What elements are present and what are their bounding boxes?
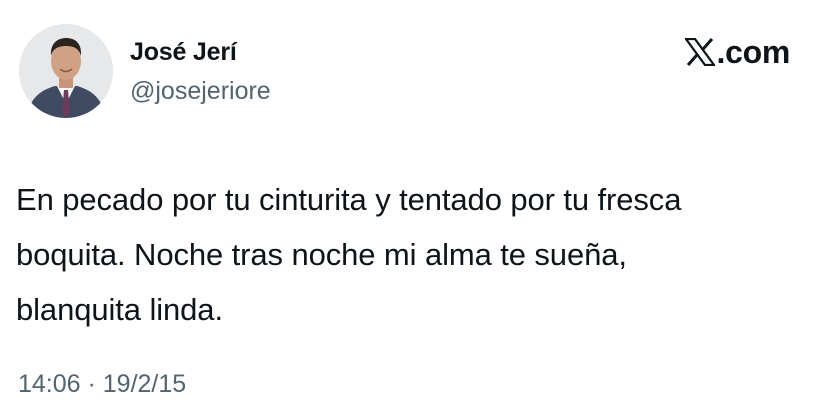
tweet-text-line: boquita. Noche tras noche mi alma te sue… <box>16 237 627 272</box>
author-handle[interactable]: @josejeriore <box>130 77 271 106</box>
avatar-image <box>19 24 113 118</box>
tweet-timestamp[interactable]: 14:06 · 19/2/15 <box>18 370 186 399</box>
brand-logo: .com <box>684 33 791 70</box>
author-name[interactable]: José Jerí <box>130 38 237 67</box>
tweet-text-line: En pecado por tu cinturita y tentado por… <box>16 182 682 217</box>
brand-text: .com <box>716 33 791 70</box>
avatar[interactable] <box>19 24 113 118</box>
x-logo-icon <box>684 38 715 66</box>
tweet-card: José Jerí @josejeriore .com En pecado po… <box>0 0 827 405</box>
tweet-text: En pecado por tu cinturita y tentado por… <box>16 172 816 337</box>
tweet-text-line: blanquita linda. <box>16 292 223 327</box>
